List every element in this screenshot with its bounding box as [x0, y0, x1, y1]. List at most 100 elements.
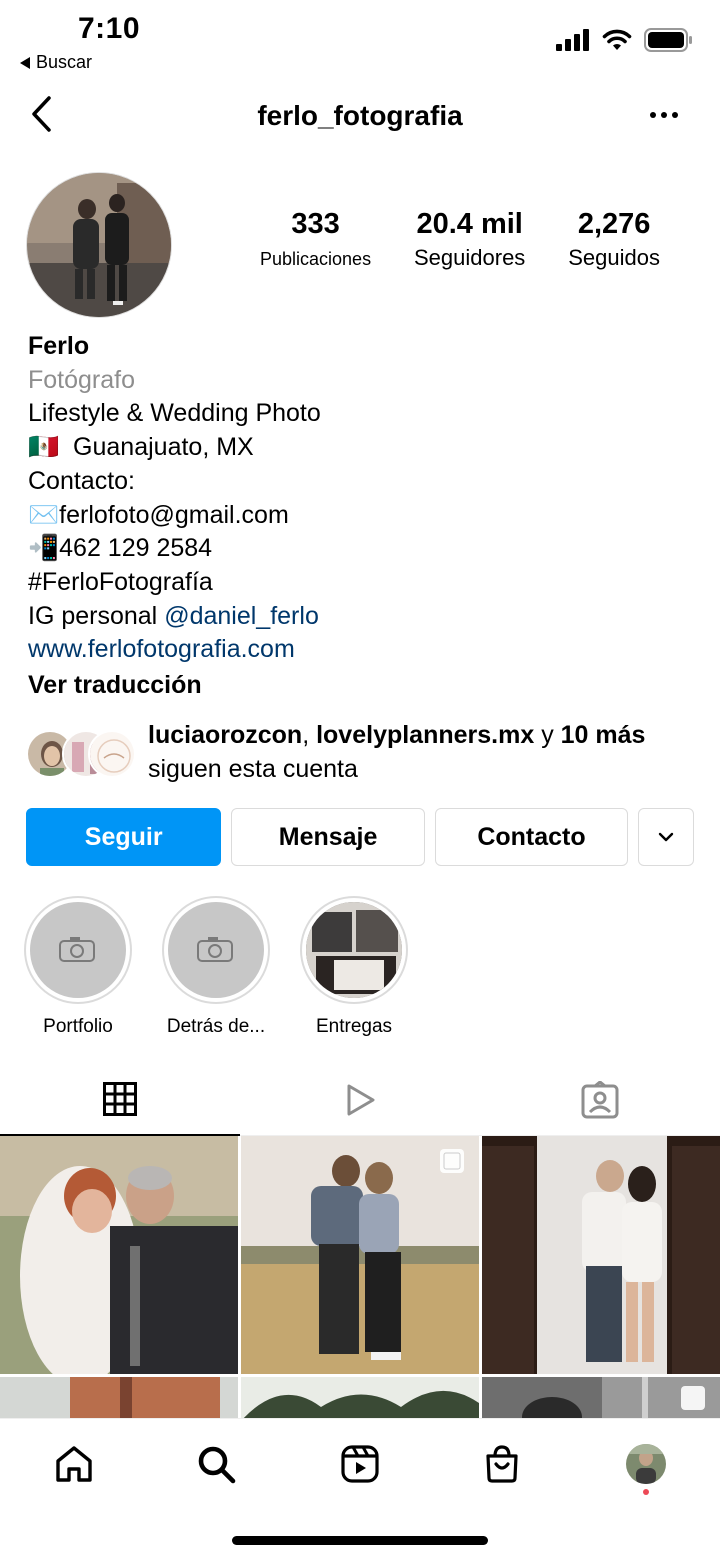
followed-suffix: siguen esta cuenta: [148, 755, 358, 783]
followers-label: Seguidores: [414, 245, 526, 270]
avatar-photo: [27, 173, 171, 317]
followers-count: 20.4 mil: [416, 208, 523, 240]
highlight-ring: [300, 896, 408, 1004]
wifi-icon: [602, 29, 632, 50]
phone-icon: 📲: [28, 534, 60, 563]
posts-stat[interactable]: 333 Publicaciones: [260, 208, 371, 271]
reels-icon: [341, 1445, 379, 1483]
profile-stats: 333 Publicaciones 20.4 mil Seguidores 2,…: [260, 208, 660, 271]
nav-search[interactable]: [186, 1439, 246, 1489]
chevron-down-icon: [658, 832, 674, 842]
bio-location: 🇲🇽 Guanajuato, MX: [28, 431, 698, 465]
more-icon-dot: [672, 112, 678, 118]
nav-home[interactable]: [44, 1439, 104, 1489]
more-followers: 10 más: [560, 721, 646, 749]
home-icon: [56, 1446, 92, 1482]
profile-username: ferlo_fotografia: [257, 100, 463, 131]
personal-prefix: IG personal: [28, 601, 158, 630]
signal-icon: [556, 29, 589, 51]
post-thumbnail[interactable]: [0, 1377, 238, 1418]
tab-grid[interactable]: [0, 1064, 240, 1136]
bio-phone: 📲462 129 2584: [28, 532, 698, 566]
battery-icon: [644, 28, 692, 52]
translate-link[interactable]: Ver traducción: [28, 669, 698, 703]
tab-tagged[interactable]: [480, 1064, 720, 1136]
return-to-app-link[interactable]: Buscar: [20, 52, 92, 73]
posts-label: Publicaciones: [260, 249, 372, 269]
tagged-icon: [581, 1081, 619, 1119]
following-label: Seguidos: [568, 245, 660, 270]
more-options-button[interactable]: [644, 100, 684, 130]
bio-hashtag: #FerloFotografía: [28, 567, 213, 596]
tab-reels[interactable]: [240, 1064, 480, 1136]
profile-avatar[interactable]: [26, 172, 172, 318]
post-image: [241, 1377, 479, 1418]
envelope-icon: ✉️: [28, 500, 60, 529]
nav-shop[interactable]: [472, 1439, 532, 1489]
profile-tabs: [0, 1064, 720, 1136]
phone-text: 462 129 2584: [59, 534, 213, 563]
followed-by-text: luciaorozcon, lovelyplanners.mx y 10 más…: [148, 718, 645, 786]
highlight-label: Detrás de...: [166, 1016, 266, 1037]
post-image: [0, 1136, 238, 1374]
connector: y: [541, 721, 554, 749]
profile-category: Fotógrafo: [28, 365, 136, 394]
home-indicator: [232, 1536, 488, 1545]
posts-count: 333: [291, 208, 340, 240]
highlight-ring: [24, 896, 132, 1004]
highlight-deliveries[interactable]: Entregas: [284, 896, 424, 1038]
post-thumbnail[interactable]: [482, 1377, 720, 1418]
multiple-posts-icon: [681, 1386, 705, 1410]
more-icon-dot: [661, 112, 667, 118]
camera-icon: [59, 937, 95, 962]
post-thumbnail[interactable]: [241, 1136, 479, 1374]
suggested-dropdown-button[interactable]: [638, 808, 694, 866]
profile-avatar: [626, 1444, 666, 1484]
highlight-cover: [306, 902, 402, 998]
followed-by[interactable]: luciaorozcon, lovelyplanners.mx y 10 más…: [26, 716, 706, 792]
contact-button[interactable]: Contacto: [434, 808, 629, 866]
website-link[interactable]: www.ferlofotografia.com: [28, 633, 698, 667]
highlight-photo: [306, 902, 402, 998]
highlight-label: Portfolio: [43, 1016, 113, 1037]
location-text: Guanajuato, MX: [73, 433, 254, 462]
more-icon-dot: [650, 112, 656, 118]
email-text: ferlofoto@gmail.com: [59, 500, 289, 529]
profile-actions: Seguir Mensaje Contacto: [26, 808, 694, 866]
follow-button[interactable]: Seguir: [26, 808, 222, 866]
profile-bio: Ferlo Fotógrafo Lifestyle & Wedding Phot…: [28, 330, 698, 703]
highlight-portfolio[interactable]: Portfolio: [8, 896, 148, 1038]
post-thumbnail[interactable]: [0, 1136, 238, 1374]
follower-avatar: [88, 730, 136, 778]
post-thumbnail[interactable]: [241, 1377, 479, 1418]
contact-label: Contacto:: [28, 466, 136, 495]
shop-icon: [486, 1445, 518, 1483]
bio-line: Lifestyle & Wedding Photo: [28, 399, 321, 428]
reels-icon: [347, 1084, 375, 1116]
personal-handle-link[interactable]: @daniel_ferlo: [164, 602, 319, 630]
highlight-ring: [162, 896, 270, 1004]
post-image: [482, 1136, 720, 1374]
post-image: [0, 1377, 238, 1418]
follower-name-1: luciaorozcon: [148, 721, 303, 749]
multiple-posts-icon: [440, 1149, 464, 1173]
separator: ,: [302, 721, 310, 749]
profile-name: Ferlo: [28, 332, 90, 360]
post-thumbnail[interactable]: [482, 1136, 720, 1374]
followers-stat[interactable]: 20.4 mil Seguidores: [414, 208, 525, 271]
status-bar: 7:10 Buscar: [0, 0, 720, 80]
message-button[interactable]: Mensaje: [231, 808, 425, 866]
follower-name-2: lovelyplanners.mx: [316, 721, 535, 749]
search-icon: [198, 1446, 236, 1484]
grid-icon: [103, 1082, 137, 1116]
highlight-cover: [30, 902, 126, 998]
following-count: 2,276: [577, 208, 651, 240]
highlight-behind-scenes[interactable]: Detrás de...: [146, 896, 286, 1038]
nav-reels[interactable]: [330, 1439, 390, 1489]
following-stat[interactable]: 2,276 Seguidos: [568, 208, 660, 271]
highlight-cover: [168, 902, 264, 998]
bio-personal: IG personal @daniel_ferlo: [28, 600, 698, 634]
nav-profile[interactable]: [616, 1439, 676, 1489]
highlight-label: Entregas: [315, 1016, 393, 1037]
bio-email: ✉️ferlofoto@gmail.com: [28, 499, 698, 533]
